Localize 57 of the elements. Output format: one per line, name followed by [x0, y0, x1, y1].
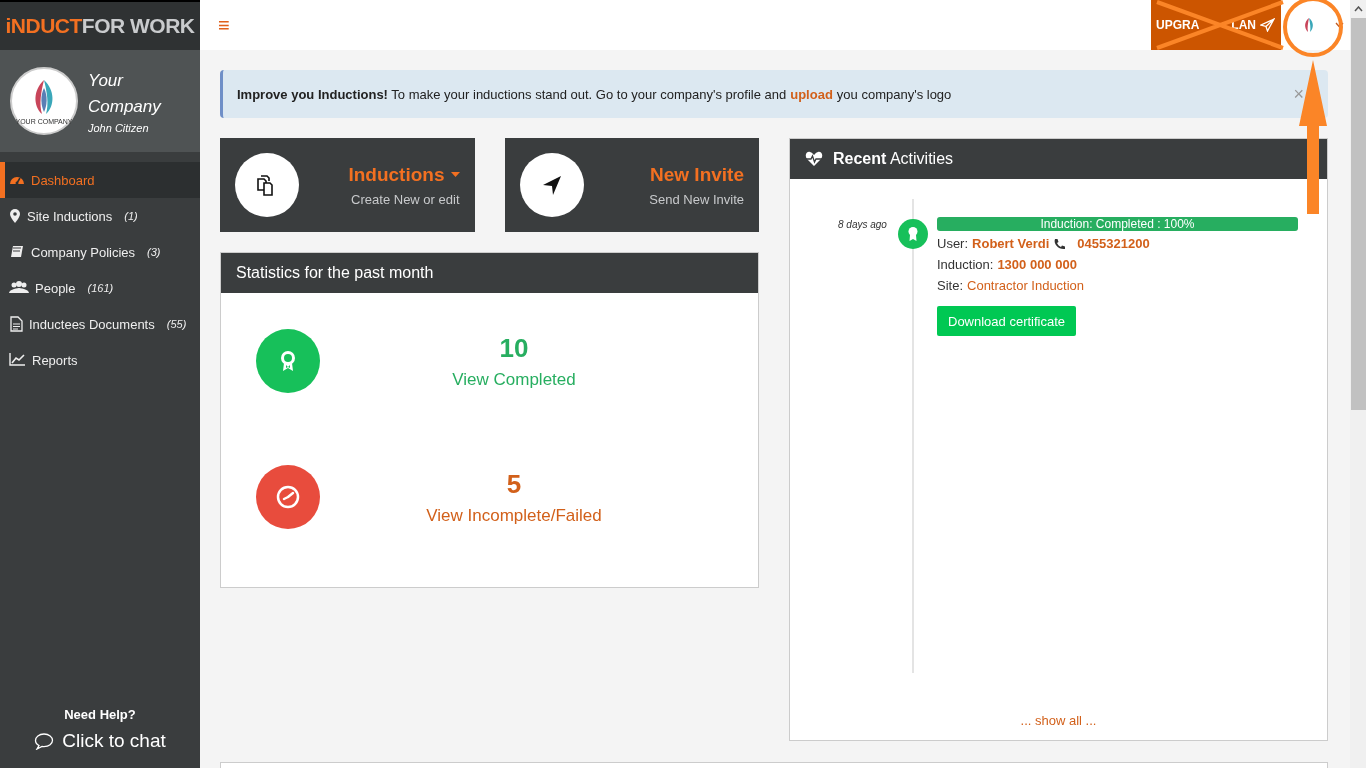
item-count: (3)	[147, 246, 161, 258]
menu-icon[interactable]: ≡	[218, 13, 230, 37]
chat-link[interactable]: Click to chat	[34, 730, 166, 752]
alert-message: you company's logo	[836, 86, 952, 102]
field-label: Site:	[937, 278, 963, 293]
nav-item[interactable]: People (161)	[0, 270, 200, 306]
tile-title: New Invite	[650, 163, 744, 186]
site-link[interactable]: Contractor Induction	[967, 278, 1085, 293]
tile-subtitle: Send New Invite	[649, 191, 744, 207]
action-tile[interactable]: Inductions Create New or edit	[220, 138, 475, 232]
close-button[interactable]: ×	[1293, 83, 1304, 105]
item-count: (161)	[87, 282, 114, 294]
user-name: John Citizen	[88, 122, 150, 134]
phone-icon	[1053, 237, 1066, 250]
nav-item[interactable]: Dashboard	[0, 162, 200, 198]
speech-bubble-icon	[34, 732, 55, 750]
award-icon	[906, 226, 920, 242]
leaf-logo-icon	[1303, 17, 1315, 33]
stat-link[interactable]: View Incomplete/Failed	[426, 505, 602, 526]
panel-title: Statistics for the past month	[221, 253, 758, 293]
field-label: Induction:	[937, 257, 994, 272]
user-link[interactable]: Robert Verdi	[972, 236, 1050, 251]
progress-label: Induction: Completed : 100%	[1040, 217, 1195, 231]
upload-link[interactable]: upload	[790, 86, 833, 102]
stat-count: 10	[499, 332, 529, 364]
action-tile[interactable]: New Invite Send New Invite	[504, 138, 759, 232]
item-count: (55)	[166, 318, 187, 330]
induction-link[interactable]: 1300 000 000	[997, 257, 1077, 272]
panel-title: Recent Activities	[833, 150, 954, 168]
company-name: Your Company	[88, 70, 163, 118]
tile-title: Inductions	[348, 163, 445, 186]
help-heading: Need Help?	[64, 707, 136, 722]
heartbeat-icon	[805, 151, 823, 167]
clock-icon	[276, 485, 300, 509]
tile-subtitle: Create New or edit	[351, 191, 460, 207]
map-pin-icon	[9, 208, 21, 224]
chart-icon	[9, 352, 26, 368]
scroll-up-icon	[1353, 6, 1363, 12]
show-all-link[interactable]: ... show all ...	[1020, 713, 1097, 728]
paper-plane-icon	[1260, 18, 1275, 32]
field-label: User:	[937, 236, 969, 251]
nav-item[interactable]: Reports	[0, 342, 200, 378]
nav-item[interactable]: Inductees Documents (55)	[0, 306, 200, 342]
scrollbar[interactable]	[1350, 0, 1366, 768]
stat-count: 5	[506, 468, 522, 500]
phone-link[interactable]: 0455321200	[1077, 236, 1150, 251]
stat-link[interactable]: View Completed	[452, 369, 576, 390]
download-button[interactable]: Download certificate	[937, 306, 1077, 336]
scroll-thumb[interactable]	[1350, 18, 1366, 410]
nav-item[interactable]: Company Policies (3)	[0, 234, 200, 270]
document-icon	[9, 316, 23, 332]
book-icon	[9, 244, 25, 260]
item-count: (1)	[124, 210, 138, 222]
nav-item[interactable]: Site Inductions (1)	[0, 198, 200, 234]
timestamp: 8 days ago	[838, 219, 887, 230]
people-icon	[9, 280, 29, 296]
alert-message: Improve you Inductions! To make your inductions stand out. Go to your company's profile and	[237, 86, 787, 102]
